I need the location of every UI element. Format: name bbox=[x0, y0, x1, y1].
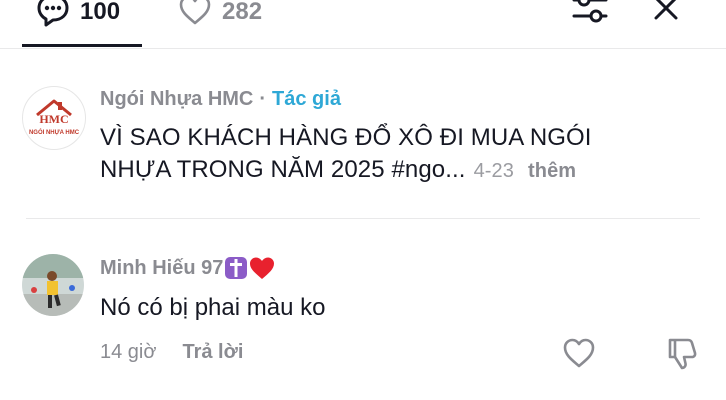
likes-count: 282 bbox=[222, 0, 263, 25]
separator-dot: · bbox=[259, 88, 267, 110]
heart-outline-icon bbox=[562, 338, 596, 374]
header-divider bbox=[0, 48, 726, 49]
svg-text:HMC: HMC bbox=[39, 112, 68, 126]
comment-time: 14 giờ bbox=[100, 341, 157, 363]
user-name[interactable]: Minh Hiếu 97 bbox=[100, 257, 223, 280]
heart-outline-icon bbox=[178, 0, 212, 31]
comment-text: Nó có bị phai màu ko bbox=[100, 294, 326, 321]
close-icon bbox=[648, 0, 684, 36]
post-caption-text: VÌ SAO KHÁCH HÀNG ĐỔ XÔ ĐI MUA NGÓI NHỰA… bbox=[100, 124, 592, 183]
post-date: 4-23 bbox=[473, 160, 514, 182]
tab-comments[interactable]: 100 bbox=[36, 0, 120, 32]
latin-cross-emoji-icon bbox=[225, 257, 248, 279]
tab-likes[interactable]: 282 bbox=[178, 0, 262, 32]
section-divider bbox=[26, 218, 700, 219]
user-avatar[interactable] bbox=[22, 254, 84, 316]
red-heart-emoji-icon bbox=[249, 256, 275, 280]
reply-button[interactable]: Trả lời bbox=[182, 341, 243, 364]
comments-count: 100 bbox=[80, 0, 121, 25]
comment-meta: 14 giờ Trả lời bbox=[100, 341, 243, 364]
author-name[interactable]: Ngói Nhựa HMC bbox=[100, 88, 253, 111]
author-row: Ngói Nhựa HMC · Tác giả bbox=[100, 88, 341, 111]
svg-text:NGÓI NHỰA HMC: NGÓI NHỰA HMC bbox=[29, 128, 80, 136]
comment-dislike-button[interactable] bbox=[664, 336, 700, 372]
author-avatar[interactable]: HMC NGÓI NHỰA HMC bbox=[22, 86, 86, 150]
see-more-link[interactable]: thêm bbox=[528, 160, 576, 182]
post-caption[interactable]: VÌ SAO KHÁCH HÀNG ĐỔ XÔ ĐI MUA NGÓI NHỰA… bbox=[100, 122, 660, 187]
comment-like-button[interactable] bbox=[562, 336, 596, 370]
filter-button[interactable] bbox=[570, 0, 610, 32]
sliders-icon bbox=[570, 0, 610, 36]
thumbs-down-icon bbox=[664, 338, 700, 376]
user-author-row: Minh Hiếu 97 bbox=[100, 256, 275, 280]
hmc-logo-icon: HMC NGÓI NHỰA HMC bbox=[29, 99, 80, 136]
comments-header: 100 282 bbox=[0, 0, 726, 48]
close-button[interactable] bbox=[648, 0, 684, 32]
active-tab-indicator bbox=[22, 44, 142, 47]
comment-bubble-icon bbox=[36, 0, 70, 32]
author-badge: Tác giả bbox=[272, 88, 341, 110]
runner-photo-icon bbox=[22, 254, 84, 316]
